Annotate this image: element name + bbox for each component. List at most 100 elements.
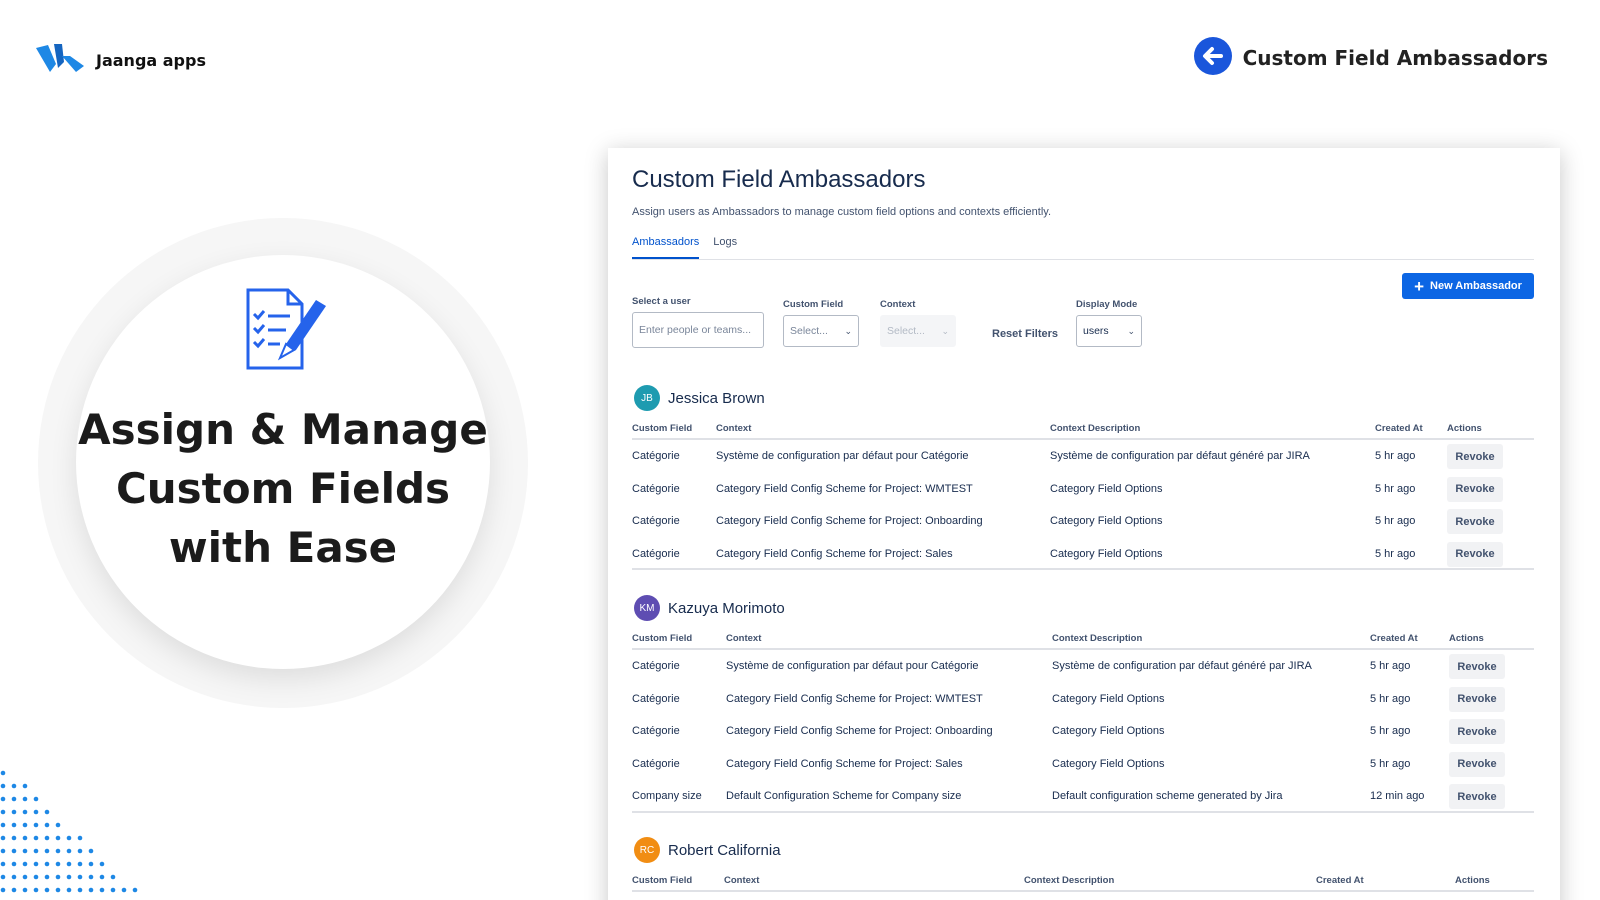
table-row: Catégorie Category Field Config Scheme f… xyxy=(632,683,1534,716)
cell-context-description: Category Field Options xyxy=(1050,515,1163,527)
table-row: Catégorie Category Field Config Scheme f… xyxy=(632,505,1534,538)
cell-context-description: Système de configuration par défaut géné… xyxy=(1050,450,1310,462)
cell-custom-field: Company size xyxy=(632,790,702,802)
ambassador-table: Custom Field Context Context Description… xyxy=(632,628,1534,813)
user-name: Jessica Brown xyxy=(668,389,765,407)
user-filter-label: Select a user xyxy=(632,296,691,307)
new-ambassador-label: New Ambassador xyxy=(1430,280,1522,292)
product-name: Custom Field Ambassadors xyxy=(1242,46,1548,70)
avatar: RC xyxy=(634,837,660,863)
tab-ambassadors[interactable]: Ambassadors xyxy=(632,236,700,259)
cell-context: Default Configuration Scheme for Company… xyxy=(726,790,962,802)
cell-created-at: 5 hr ago xyxy=(1370,757,1411,770)
column-header: Context Description xyxy=(1024,875,1115,886)
revoke-button[interactable]: Revoke xyxy=(1449,719,1505,744)
column-header: Custom Field xyxy=(632,633,693,644)
dot-pattern-decoration xyxy=(0,770,140,900)
tab-logs[interactable]: Logs xyxy=(713,236,737,259)
table-row: Catégorie Système de configuration par d… xyxy=(632,650,1534,683)
cell-context-description: Category Field Options xyxy=(1052,725,1165,737)
revoke-button[interactable]: Revoke xyxy=(1449,784,1505,809)
cell-custom-field: Catégorie xyxy=(632,725,680,737)
cell-custom-field: Catégorie xyxy=(632,660,680,672)
column-header: Actions xyxy=(1455,875,1490,886)
custom-field-select[interactable]: Select... ⌄ xyxy=(783,315,859,347)
revoke-button[interactable]: Revoke xyxy=(1447,509,1503,534)
product-header: Custom Field Ambassadors xyxy=(1193,36,1548,80)
cell-context-description: Default configuration scheme generated b… xyxy=(1052,790,1283,802)
revoke-button[interactable]: Revoke xyxy=(1449,654,1505,679)
cell-custom-field: Catégorie xyxy=(632,692,680,705)
table-header: Custom Field Context Context Description… xyxy=(632,628,1534,650)
table-row: Catégorie Category Field Config Scheme f… xyxy=(632,538,1534,570)
cell-custom-field: Catégorie xyxy=(632,515,680,527)
revoke-button[interactable]: Revoke xyxy=(1449,686,1505,712)
cell-created-at: 5 hr ago xyxy=(1370,692,1411,705)
column-header: Actions xyxy=(1447,423,1482,434)
table-row: Catégorie Category Field Config Scheme f… xyxy=(632,715,1534,748)
ambassador-table: Custom Field Context Context Description… xyxy=(632,418,1534,570)
column-header: Custom Field xyxy=(632,423,693,434)
user-search-input[interactable]: Enter people or teams... xyxy=(632,312,764,348)
cell-context-description: Category Field Options xyxy=(1052,757,1165,770)
page-subtitle: Assign users as Ambassadors to manage cu… xyxy=(632,206,1052,218)
app-screenshot: Custom Field Ambassadors Assign users as… xyxy=(608,148,1560,900)
column-header: Created At xyxy=(1375,423,1423,434)
cell-custom-field: Catégorie xyxy=(632,482,680,495)
revoke-button[interactable]: Revoke xyxy=(1447,476,1503,502)
revoke-button[interactable]: Revoke xyxy=(1447,444,1503,469)
new-ambassador-button[interactable]: + New Ambassador xyxy=(1402,273,1534,299)
cell-context-description: Category Field Options xyxy=(1052,692,1165,705)
cell-created-at: 12 min ago xyxy=(1370,790,1425,802)
ambassador-table: Custom Field Context Context Description… xyxy=(632,870,1534,892)
column-header: Context xyxy=(724,875,760,886)
chevron-down-icon: ⌄ xyxy=(844,325,852,336)
table-header: Custom Field Context Context Description… xyxy=(632,418,1534,440)
cell-context: Category Field Config Scheme for Project… xyxy=(716,515,983,527)
column-header: Context xyxy=(726,633,762,644)
cell-context: Category Field Config Scheme for Project… xyxy=(716,482,973,495)
page-title: Custom Field Ambassadors xyxy=(632,166,926,193)
table-row: Catégorie Category Field Config Scheme f… xyxy=(632,748,1534,781)
brand-name: Jaanga apps xyxy=(96,50,206,70)
user-header: KM Kazuya Morimoto xyxy=(634,595,785,621)
cell-context-description: Category Field Options xyxy=(1050,547,1163,560)
table-row: Catégorie Système de configuration par d… xyxy=(632,440,1534,473)
context-filter-label: Context xyxy=(880,299,916,310)
cell-context: Système de configuration par défaut pour… xyxy=(716,450,969,462)
reset-filters-button[interactable]: Reset Filters xyxy=(992,328,1058,340)
user-header: RC Robert California xyxy=(634,837,781,863)
arrow-left-circle-icon xyxy=(1193,36,1233,80)
chevron-down-icon: ⌄ xyxy=(941,325,949,336)
column-header: Actions xyxy=(1449,633,1484,644)
column-header: Custom Field xyxy=(632,875,693,886)
cell-created-at: 5 hr ago xyxy=(1375,482,1416,495)
display-mode-label: Display Mode xyxy=(1076,299,1138,310)
cell-created-at: 5 hr ago xyxy=(1370,660,1411,672)
table-header: Custom Field Context Context Description… xyxy=(632,870,1534,892)
display-mode-select[interactable]: users ⌄ xyxy=(1076,315,1142,347)
user-header: JB Jessica Brown xyxy=(634,385,765,411)
checklist-pencil-icon xyxy=(244,288,330,378)
cell-custom-field: Catégorie xyxy=(632,757,680,770)
cell-created-at: 5 hr ago xyxy=(1375,450,1416,462)
cell-created-at: 5 hr ago xyxy=(1375,515,1416,527)
revoke-button[interactable]: Revoke xyxy=(1449,751,1505,777)
context-select[interactable]: Select... ⌄ xyxy=(880,315,956,347)
column-header: Created At xyxy=(1370,633,1418,644)
revoke-button[interactable]: Revoke xyxy=(1447,541,1503,567)
cell-context: Category Field Config Scheme for Project… xyxy=(716,547,953,560)
cell-context: Category Field Config Scheme for Project… xyxy=(726,757,963,770)
cell-context: Système de configuration par défaut pour… xyxy=(726,660,979,672)
cell-custom-field: Catégorie xyxy=(632,450,680,462)
tab-bar: Ambassadors Logs xyxy=(632,236,1534,260)
cell-context: Category Field Config Scheme for Project… xyxy=(726,725,993,737)
avatar: JB xyxy=(634,385,660,411)
custom-field-filter-label: Custom Field xyxy=(783,299,844,310)
column-header: Context Description xyxy=(1052,633,1143,644)
cell-context-description: Category Field Options xyxy=(1050,482,1163,495)
hero-title: Assign & Manage Custom Fields with Ease xyxy=(78,405,488,572)
column-header: Created At xyxy=(1316,875,1364,886)
plus-icon: + xyxy=(1414,276,1425,296)
chevron-down-icon: ⌄ xyxy=(1127,325,1135,336)
